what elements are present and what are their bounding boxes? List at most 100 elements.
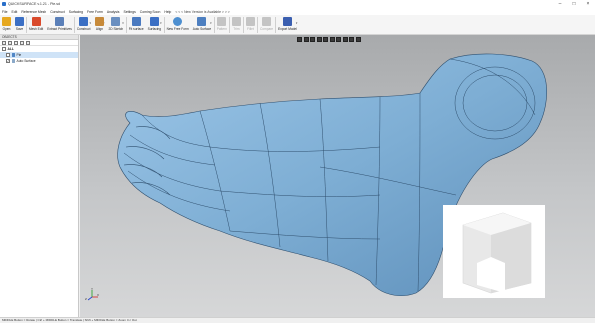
save-disk-icon (15, 17, 24, 26)
toolbar-separator (256, 17, 258, 33)
align-button[interactable]: Align (94, 15, 104, 35)
toolbar-separator (213, 17, 215, 33)
fit-surface-icon (131, 17, 141, 26)
3d-viewport[interactable]: X Y Z (80, 35, 595, 317)
menu-bar: File Edit Reference Mesh Construct Surfa… (0, 8, 595, 15)
new-version-notice[interactable]: < < < New Version is Available > > > (175, 10, 229, 14)
trim-label: Trim (233, 27, 240, 31)
open-folder-icon (2, 17, 11, 26)
tree-checkbox[interactable] (2, 47, 6, 51)
pattern-button[interactable]: Pattern (217, 15, 227, 35)
window-title: QUICKSURFACE v.1.21 - Pie.sd (8, 2, 61, 6)
tree-checkbox[interactable] (6, 53, 10, 57)
menu-surfacing[interactable]: Surfacing (69, 10, 83, 14)
tree-item-auto-surface[interactable]: ✓ Auto Surface (0, 58, 78, 64)
compare-label: Compare (259, 27, 274, 31)
axis-x-label: X (97, 293, 99, 297)
auto-surface-icon (197, 17, 207, 26)
title-bar: QUICKSURFACE v.1.21 - Pie.sd – □ × (0, 0, 595, 8)
trim-button[interactable]: Trim (231, 15, 241, 35)
menu-coming-soon[interactable]: Coming Soon (140, 10, 161, 14)
pattern-label: Pattern (216, 27, 227, 31)
open-label: Open (2, 27, 11, 31)
sketch-button[interactable]: 2D Sketch (108, 15, 123, 35)
free-form-icon (173, 17, 183, 26)
chevron-down-icon[interactable]: ▾ (160, 21, 162, 25)
align-label: Align (95, 27, 104, 31)
open-button[interactable]: Open (2, 15, 11, 35)
main-toolbar: Open Save Mesh Edit Extract Primitives C… (0, 15, 595, 35)
extract-primitives-button[interactable]: Extract Primitives (47, 15, 72, 35)
fit-surface-label: Fit surface (128, 27, 144, 31)
fit-surface-button[interactable]: Fit surface (129, 15, 144, 35)
minimize-icon[interactable]: – (553, 0, 567, 8)
toolbar-separator (26, 17, 27, 33)
menu-analysis[interactable]: Analysis (107, 10, 120, 14)
preview-thumbnail (443, 205, 545, 298)
menu-free-form[interactable]: Free Form (87, 10, 103, 14)
tree-item-label: Pie (16, 53, 22, 57)
toolbar-separator (242, 17, 244, 33)
extract-primitives-icon (55, 17, 64, 26)
construct-label: Construct (76, 27, 91, 31)
trim-icon (231, 17, 241, 26)
compare-button[interactable]: Compare (260, 15, 273, 35)
fillet-button[interactable]: Fillet (245, 15, 255, 35)
chevron-down-icon[interactable]: ▾ (89, 21, 91, 25)
chevron-down-icon[interactable]: ▾ (210, 21, 212, 25)
show-icon[interactable] (14, 40, 18, 45)
delete-icon[interactable] (26, 40, 30, 45)
chevron-down-icon[interactable]: ▾ (296, 21, 298, 25)
auto-surface-button[interactable]: Auto Surface (193, 15, 211, 35)
axis-triad-icon: X Y Z (85, 287, 99, 301)
expand-icon[interactable] (2, 40, 6, 45)
menu-file[interactable]: File (2, 10, 7, 14)
maximize-icon[interactable]: □ (567, 0, 581, 8)
fillet-label: Fillet (247, 27, 254, 31)
construct-button[interactable]: Construct (76, 15, 91, 35)
menu-help[interactable]: Help (164, 10, 171, 14)
surfacing-icon (149, 17, 159, 26)
toolbar-separator (73, 17, 75, 33)
new-free-form-label: New Free Form (166, 27, 189, 31)
menu-construct[interactable]: Construct (50, 10, 65, 14)
export-model-button[interactable]: Export Model (278, 15, 297, 35)
chevron-down-icon[interactable]: ▾ (122, 21, 124, 25)
export-model-icon (282, 17, 292, 26)
sketch-icon (111, 17, 121, 26)
collapse-icon[interactable] (8, 40, 12, 45)
fillet-icon (245, 17, 255, 26)
surfacing-label: Surfacing (147, 27, 162, 31)
menu-reference-mesh[interactable]: Reference Mesh (21, 10, 46, 14)
menu-edit[interactable]: Edit (11, 10, 17, 14)
save-button[interactable]: Save (15, 15, 24, 35)
status-bar: MIDDLE Button = Rotate | Ctrl + MIDDLE B… (0, 317, 595, 323)
toolbar-separator (228, 17, 230, 33)
toolbar-separator (275, 17, 277, 33)
tree-checkbox[interactable]: ✓ (6, 59, 10, 63)
axis-z-label: Z (85, 297, 87, 301)
mesh-edit-button[interactable]: Mesh Edit (29, 15, 43, 35)
save-label: Save (15, 27, 24, 31)
close-icon[interactable]: × (581, 0, 595, 8)
menu-settings[interactable]: Settings (124, 10, 136, 14)
sketch-label: 2D Sketch (108, 27, 124, 31)
tree-item-label: Auto Surface (16, 59, 36, 63)
tree-item-label: ALL (7, 47, 14, 51)
export-model-label: Export Model (278, 27, 297, 31)
mesh-edit-icon (31, 17, 41, 26)
hide-icon[interactable] (20, 40, 24, 45)
construct-icon (79, 17, 89, 26)
surfacing-button[interactable]: Surfacing (148, 15, 161, 35)
surface-icon (11, 59, 15, 63)
mesh-edit-label: Mesh Edit (29, 27, 44, 31)
pattern-icon (217, 17, 227, 26)
toolbar-separator (125, 17, 127, 33)
auto-surface-label: Auto Surface (192, 27, 212, 31)
extract-primitives-label: Extract Primitives (47, 27, 72, 31)
preview-block-icon (462, 212, 532, 294)
app-logo-icon (2, 2, 6, 6)
application-window: QUICKSURFACE v.1.21 - Pie.sd – □ × File … (0, 0, 595, 323)
objects-panel: OBJECTS ALL Pie ✓ Auto Surface (0, 35, 79, 317)
new-free-form-button[interactable]: New Free Form (167, 15, 189, 35)
